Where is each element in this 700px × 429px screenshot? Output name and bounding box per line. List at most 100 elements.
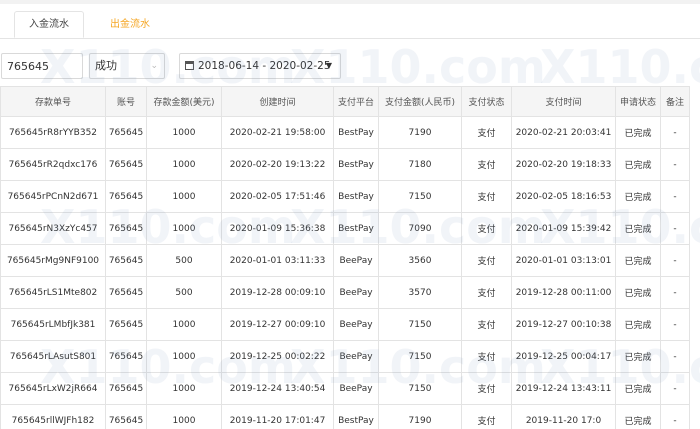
cell-deposit-amount-usd: 1000 (146, 340, 222, 373)
cell-deposit-amount-usd: 1000 (146, 212, 222, 245)
calendar-icon (185, 61, 194, 70)
tab-deposit-flow[interactable]: 入金流水 (14, 11, 84, 38)
cell-pay-platform: BeePay (333, 372, 379, 405)
cell-pay-amount-cny: 3570 (378, 276, 462, 309)
cell-pay-status: 支付 (461, 180, 512, 213)
cell-account: 765645 (105, 244, 147, 277)
cell-pay-platform: BeePay (333, 340, 379, 373)
cell-pay-amount-cny: 7150 (378, 180, 462, 213)
table-row[interactable]: 765645rN3XzYc457 765645 1000 2020-01-09 15:… (0, 212, 690, 245)
cell-account: 765645 (105, 404, 147, 429)
cell-apply-status: 已完成 (615, 180, 661, 213)
cell-pay-time: 2020-02-21 20:03:41 (511, 116, 616, 149)
cell-deposit-no: 765645rMg9NF9100 (0, 244, 106, 277)
cell-account: 765645 (105, 308, 147, 341)
cell-pay-amount-cny: 7150 (378, 372, 462, 405)
tab-bar: 入金流水 出金流水 (0, 0, 700, 39)
cell-pay-amount-cny: 7150 (378, 340, 462, 373)
cell-deposit-no: 765645rLAsutS801 (0, 340, 106, 373)
cell-pay-status: 支付 (461, 276, 512, 309)
column-header-apply-status: 申请状态 (615, 86, 661, 117)
cell-created-time: 2019-12-25 00:02:22 (221, 340, 334, 373)
column-header-pay-time: 支付时间 (511, 86, 616, 117)
cell-pay-platform: BestPay (333, 148, 379, 181)
cell-deposit-amount-usd: 500 (146, 276, 222, 309)
cell-pay-time: 2019-12-27 00:10:38 (511, 308, 616, 341)
column-header-remark: 备注 (660, 86, 690, 117)
table-row[interactable]: 765645rLMbfJk381 765645 1000 2019-12-27 00:… (0, 308, 690, 341)
table-row[interactable]: 765645rllWJFh182 765645 1000 2019-11-20 17:… (0, 404, 690, 429)
cell-pay-platform: BeePay (333, 308, 379, 341)
cell-created-time: 2020-01-09 15:36:38 (221, 212, 334, 245)
cell-apply-status: 已完成 (615, 212, 661, 245)
cell-deposit-amount-usd: 1000 (146, 372, 222, 405)
cell-remark: - (660, 372, 690, 405)
cell-remark: - (660, 244, 690, 277)
cell-created-time: 2019-12-28 00:09:10 (221, 276, 334, 309)
cell-remark: - (660, 116, 690, 149)
cell-apply-status: 已完成 (615, 340, 661, 373)
cell-pay-platform: BestPay (333, 116, 379, 149)
cell-pay-time: 2020-01-09 15:39:42 (511, 212, 616, 245)
status-select[interactable]: 成功 ⌄ (89, 53, 165, 79)
cell-created-time: 2020-02-21 19:58:00 (221, 116, 334, 149)
cell-pay-amount-cny: 7190 (378, 404, 462, 429)
table-row[interactable]: 765645rLS1Mte802 765645 500 2019-12-28 00:0… (0, 276, 690, 309)
table-row[interactable]: 765645rLxW2jR664 765645 1000 2019-12-24 13:… (0, 372, 690, 405)
date-range-picker[interactable]: 2018-06-14 - 2020-02-25 ▼ (179, 53, 341, 79)
cell-pay-status: 支付 (461, 340, 512, 373)
cell-pay-status: 支付 (461, 212, 512, 245)
cell-pay-status: 支付 (461, 244, 512, 277)
table-row[interactable]: 765645rPCnN2d671 765645 1000 2020-02-05 17:… (0, 180, 690, 213)
cell-pay-platform: BestPay (333, 180, 379, 213)
cell-deposit-amount-usd: 1000 (146, 308, 222, 341)
cell-pay-status: 支付 (461, 116, 512, 149)
date-range-value: 2018-06-14 - 2020-02-25 (198, 60, 331, 72)
column-header-account: 账号 (105, 86, 147, 117)
cell-remark: - (660, 404, 690, 429)
account-input[interactable] (1, 53, 83, 79)
cell-deposit-amount-usd: 1000 (146, 148, 222, 181)
cell-account: 765645 (105, 340, 147, 373)
cell-deposit-no: 765645rLMbfJk381 (0, 308, 106, 341)
cell-pay-amount-cny: 7090 (378, 212, 462, 245)
cell-pay-time: 2020-02-05 18:16:53 (511, 180, 616, 213)
cell-deposit-no: 765645rPCnN2d671 (0, 180, 106, 213)
cell-pay-amount-cny: 7180 (378, 148, 462, 181)
cell-apply-status: 已完成 (615, 276, 661, 309)
cell-account: 765645 (105, 372, 147, 405)
table-row[interactable]: 765645rR2qdxc176 765645 1000 2020-02-20 19:… (0, 148, 690, 181)
column-header-deposit-amount-usd: 存款金额(美元) (146, 86, 222, 117)
cell-pay-time: 2020-02-20 19:18:33 (511, 148, 616, 181)
cell-pay-amount-cny: 3560 (378, 244, 462, 277)
chevron-down-icon: ⌄ (150, 61, 158, 71)
table-row[interactable]: 765645rR8rYYB352 765645 1000 2020-02-21 19:… (0, 116, 690, 149)
cell-pay-status: 支付 (461, 404, 512, 429)
cell-deposit-amount-usd: 1000 (146, 404, 222, 429)
column-header-pay-status: 支付状态 (461, 86, 512, 117)
cell-pay-time: 2019-12-24 13:43:11 (511, 372, 616, 405)
cell-account: 765645 (105, 212, 147, 245)
table-body: 765645rR8rYYB352 765645 1000 2020-02-21 19:… (0, 116, 690, 429)
cell-pay-status: 支付 (461, 372, 512, 405)
cell-apply-status: 已完成 (615, 308, 661, 341)
table-row[interactable]: 765645rLAsutS801 765645 1000 2019-12-25 00:… (0, 340, 690, 373)
deposit-table: 存款单号 账号 存款金额(美元) 创建时间 支付平台 支付金额(人民币) 支付状态 支付时间申… (0, 86, 690, 429)
tab-bar-top-strip (0, 0, 700, 4)
tab-withdraw-flow[interactable]: 出金流水 (95, 11, 165, 38)
cell-pay-amount-cny: 7190 (378, 116, 462, 149)
table-header-row: 存款单号 账号 存款金额(美元) 创建时间 支付平台 支付金额(人民币) 支付状态 支付时间申… (0, 86, 690, 117)
cell-pay-platform: BeePay (333, 276, 379, 309)
cell-pay-time: 2019-12-28 00:11:00 (511, 276, 616, 309)
cell-created-time: 2020-01-01 03:11:33 (221, 244, 334, 277)
cell-apply-status: 已完成 (615, 116, 661, 149)
cell-deposit-amount-usd: 500 (146, 244, 222, 277)
table-row[interactable]: 765645rMg9NF9100 765645 500 2020-01-01 03:1… (0, 244, 690, 277)
cell-remark: - (660, 308, 690, 341)
cell-pay-platform: BestPay (333, 212, 379, 245)
cell-pay-time: 2019-11-20 17:0 (511, 404, 616, 429)
column-header-deposit-no: 存款单号 (0, 86, 106, 117)
cell-remark: - (660, 340, 690, 373)
cell-account: 765645 (105, 276, 147, 309)
cell-created-time: 2019-12-24 13:40:54 (221, 372, 334, 405)
